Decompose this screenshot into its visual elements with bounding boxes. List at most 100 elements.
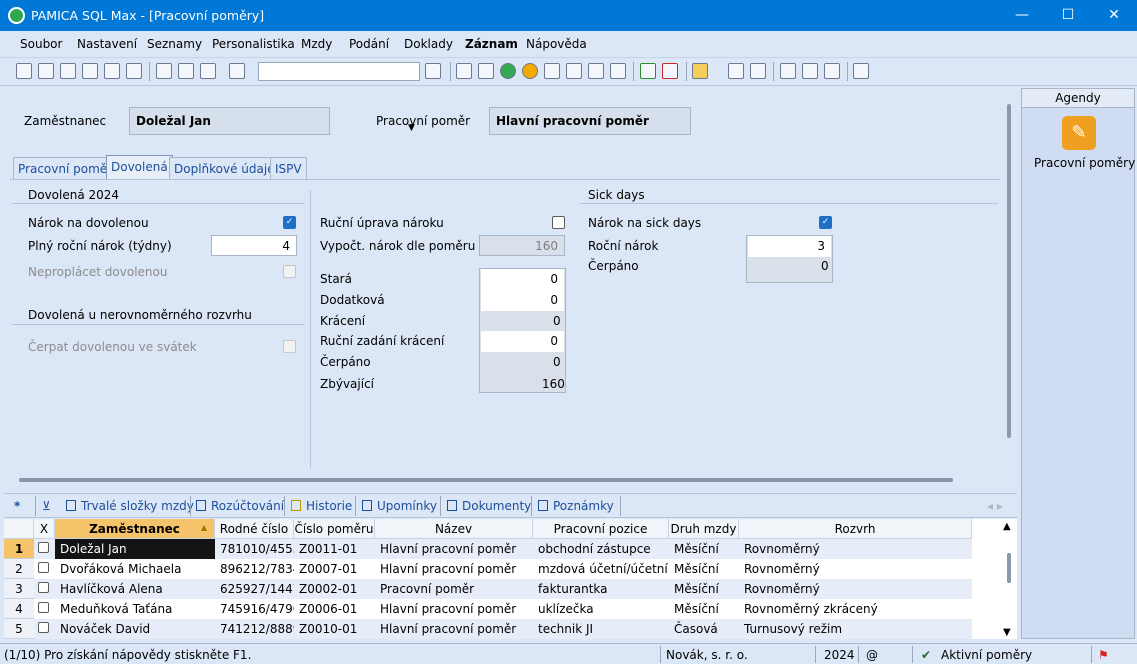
tab-scroll-arrows[interactable]: ◂ ▸ (987, 499, 1003, 513)
cell-rc[interactable]: 625927/1447 (215, 579, 294, 599)
status-filter[interactable]: Aktivní poměry (941, 648, 1032, 662)
user-alt-icon[interactable] (522, 63, 538, 79)
menu-napoveda[interactable]: Nápověda (526, 37, 587, 51)
scroll-up-icon[interactable]: ▲ (1003, 521, 1011, 532)
cell-pozice[interactable]: obchodní zástupce (533, 539, 669, 559)
close-button[interactable]: ✕ (1091, 0, 1137, 31)
cell-pozice[interactable]: technik JI (533, 619, 669, 639)
calendar-icon[interactable] (544, 63, 560, 79)
cell-cp[interactable]: Z0006-01 (294, 599, 375, 619)
stara-input[interactable]: 0 (481, 269, 564, 290)
cell-pozice[interactable]: mzdová účetní/účetní (533, 559, 669, 579)
cell-druh[interactable]: Měsíční (669, 579, 739, 599)
tab-trvale-slozky[interactable]: Trvalé složky mzdy (66, 499, 194, 513)
agenda-item-label[interactable]: Pracovní poměry (1034, 156, 1135, 170)
col-header-pozice[interactable]: Pracovní pozice (533, 519, 669, 539)
tab-rozuctovani[interactable]: Rozúčtování (196, 499, 284, 513)
menu-doklady[interactable]: Doklady (404, 37, 453, 51)
cell-rozvrh[interactable]: Rovnoměrný (739, 559, 972, 579)
folder-icon[interactable] (692, 63, 708, 79)
print-icon[interactable] (60, 63, 76, 79)
cell-nazev[interactable]: Pracovní poměr (375, 579, 533, 599)
nopay-checkbox[interactable] (283, 265, 296, 278)
help-icon[interactable] (853, 63, 869, 79)
manual-checkbox[interactable] (552, 216, 565, 229)
row-select-checkbox[interactable] (38, 602, 49, 613)
sick-entitled-checkbox[interactable]: ✓ (819, 216, 832, 229)
user-icon[interactable] (500, 63, 516, 79)
menu-soubor[interactable]: Soubor (20, 37, 62, 51)
rucni-kraceni-input[interactable]: 0 (481, 331, 564, 352)
cell-cp[interactable]: Z0011-01 (294, 539, 375, 559)
col-header-x[interactable]: X (34, 519, 55, 539)
cell-rozvrh[interactable]: Turnusový režim (739, 619, 972, 639)
iban-icon[interactable] (750, 63, 766, 79)
duplicate-icon[interactable] (38, 63, 54, 79)
m-icon[interactable] (456, 63, 472, 79)
cell-rc[interactable]: 745916/4790 (215, 599, 294, 619)
col-header-zamestnanec[interactable]: Zaměstnanec (55, 519, 215, 539)
employee-field[interactable]: Doležal Jan (129, 107, 330, 135)
cell-druh[interactable]: Časová (669, 619, 739, 639)
cell-cp[interactable]: Z0002-01 (294, 579, 375, 599)
cell-rc[interactable]: 896212/7834 (215, 559, 294, 579)
clipboard-icon[interactable] (229, 63, 245, 79)
col-header-cislo-pomeru[interactable]: Číslo poměru (294, 519, 375, 539)
maximize-button[interactable]: ☐ (1045, 0, 1091, 31)
grid-scrollbar[interactable] (1007, 553, 1011, 583)
col-header-druh-mzdy[interactable]: Druh mzdy (669, 519, 739, 539)
cell-rc[interactable]: 741212/8889 (215, 619, 294, 639)
cell-name[interactable]: Meduňková Taťána (55, 599, 215, 619)
m2-icon[interactable] (588, 63, 604, 79)
tab-dokumenty[interactable]: Dokumenty (447, 499, 531, 513)
flag-icon[interactable]: ⚑ (1098, 648, 1109, 662)
vertical-scrollbar[interactable] (1007, 104, 1011, 438)
dodatkova-input[interactable]: 0 (481, 290, 564, 311)
save-all-icon[interactable] (200, 63, 216, 79)
tab-historie[interactable]: Historie (291, 499, 352, 513)
tab-pracovni-pomer[interactable]: Pracovní poměr (13, 157, 118, 179)
row-number[interactable]: 2 (4, 559, 34, 579)
menu-nastaveni[interactable]: Nastavení (77, 37, 137, 51)
employment-agenda-icon[interactable]: ✎ (1062, 116, 1096, 150)
col-header-nazev[interactable]: Název (375, 519, 533, 539)
row-select-checkbox[interactable] (38, 562, 49, 573)
menu-zaznam[interactable]: Záznam (465, 37, 518, 51)
scroll-down-icon[interactable]: ▼ (1003, 627, 1011, 638)
save-icon[interactable] (178, 63, 194, 79)
monitor-icon[interactable] (780, 63, 796, 79)
pdf-icon[interactable] (104, 63, 120, 79)
row-number[interactable]: 1 (4, 539, 34, 559)
cell-rc[interactable]: 781010/4555 (215, 539, 294, 559)
funnel-icon[interactable]: ⊻ (42, 499, 51, 513)
annual-input[interactable]: 4 (211, 235, 297, 256)
filter-combo[interactable] (258, 62, 420, 81)
cell-name[interactable]: Nováček David (55, 619, 215, 639)
row-number[interactable]: 5 (4, 619, 34, 639)
preview-icon[interactable] (82, 63, 98, 79)
chart-icon[interactable] (478, 63, 494, 79)
cell-cp[interactable]: Z0010-01 (294, 619, 375, 639)
new-record-icon[interactable] (156, 63, 172, 79)
holiday-checkbox[interactable] (283, 340, 296, 353)
filter-icon[interactable] (425, 63, 441, 79)
cell-druh[interactable]: Měsíční (669, 559, 739, 579)
tab-ispv[interactable]: ISPV (270, 157, 307, 179)
cell-nazev[interactable]: Hlavní pracovní poměr (375, 599, 533, 619)
cell-name[interactable]: Havlíčková Alena (55, 579, 215, 599)
entitled-checkbox[interactable]: ✓ (283, 216, 296, 229)
relation-field[interactable]: Hlavní pracovní poměr (489, 107, 691, 135)
horizontal-scrollbar[interactable] (19, 478, 953, 482)
cell-pozice[interactable]: uklízečka (533, 599, 669, 619)
export-icon[interactable] (126, 63, 142, 79)
col-header-rodne-cislo[interactable]: Rodné číslo (215, 519, 294, 539)
cell-nazev[interactable]: Hlavní pracovní poměr (375, 559, 533, 579)
calendar-clock-icon[interactable] (566, 63, 582, 79)
menu-podani[interactable]: Podání (349, 37, 389, 51)
calculator-icon[interactable] (728, 63, 744, 79)
menu-seznamy[interactable]: Seznamy (147, 37, 202, 51)
cell-name[interactable]: Dvořáková Michaela (55, 559, 215, 579)
menu-personalistika[interactable]: Personalistika (212, 37, 295, 51)
row-select-checkbox[interactable] (38, 582, 49, 593)
window-icon[interactable] (802, 63, 818, 79)
